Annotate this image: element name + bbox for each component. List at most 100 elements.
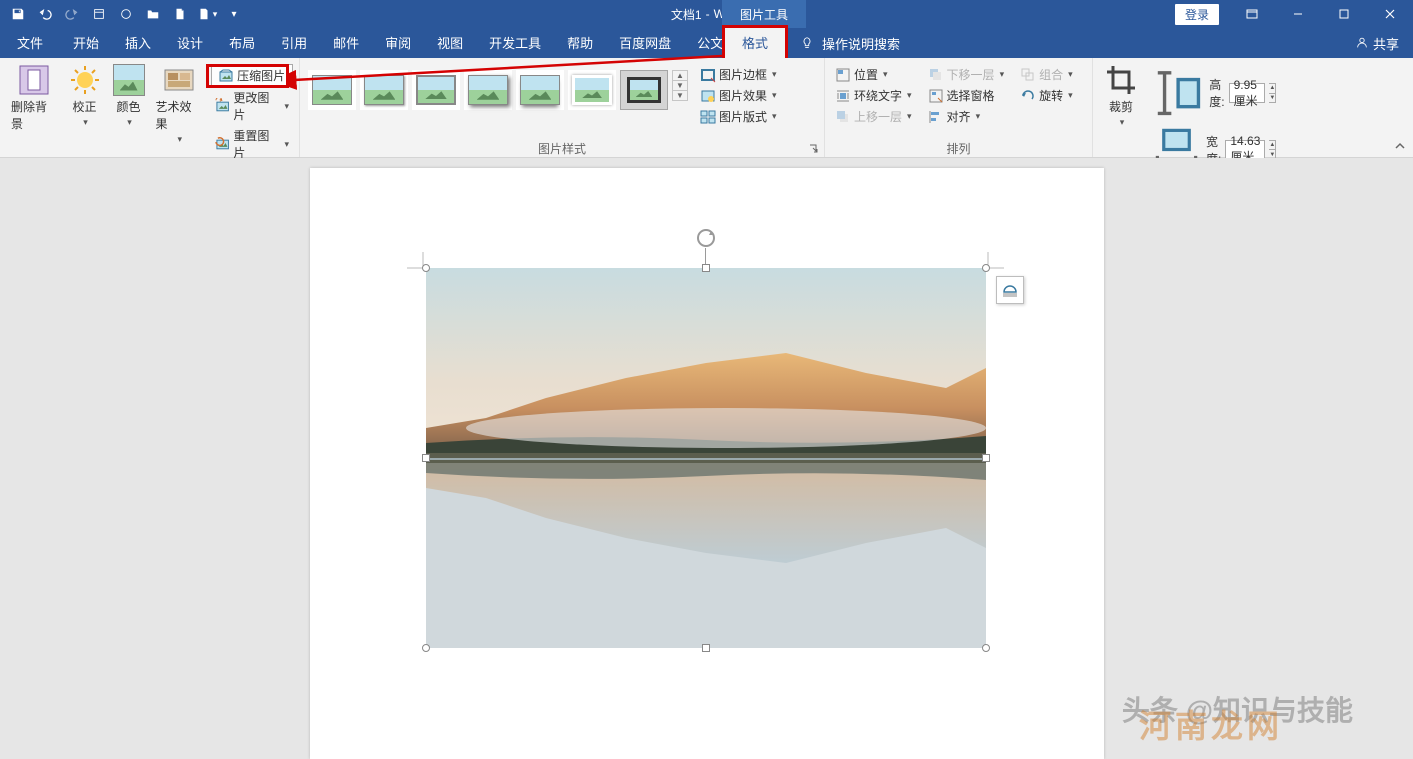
compress-pictures-button[interactable]: 压缩图片 — [211, 64, 293, 87]
dialog-launcher-styles[interactable] — [809, 143, 821, 155]
tab-home[interactable]: 开始 — [60, 27, 112, 58]
gallery-nav[interactable]: ▲ ▼ ▼ — [672, 70, 688, 101]
qat-button-5[interactable] — [114, 2, 138, 26]
quick-access-toolbar: ▾ ▾ — [0, 2, 252, 26]
wrap-icon — [835, 88, 851, 104]
style-thumb-1[interactable] — [308, 70, 356, 110]
layout-options-icon — [1001, 281, 1019, 299]
tab-design[interactable]: 设计 — [164, 27, 216, 58]
send-backward-button[interactable]: 下移一层▾ — [924, 64, 1009, 85]
close-button[interactable] — [1367, 0, 1413, 28]
tab-layout[interactable]: 布局 — [216, 27, 268, 58]
new-button[interactable] — [168, 2, 192, 26]
handle-tl[interactable] — [422, 264, 430, 272]
corrections-button[interactable]: 校正▾ — [63, 62, 107, 130]
remove-bg-icon — [18, 64, 50, 96]
document-page[interactable] — [310, 168, 1104, 759]
bring-forward-button[interactable]: 上移一层▾ — [831, 106, 916, 127]
gallery-down-icon[interactable]: ▼ — [673, 81, 687, 91]
layout-options-button[interactable] — [996, 276, 1024, 304]
open-button[interactable] — [141, 2, 165, 26]
handle-bc[interactable] — [702, 644, 710, 652]
group-objects-button[interactable]: 组合▾ — [1016, 64, 1077, 85]
login-button[interactable]: 登录 — [1175, 4, 1219, 25]
crop-button[interactable]: 裁剪▾ — [1099, 62, 1143, 130]
corrections-icon — [69, 64, 101, 96]
save-button[interactable] — [6, 2, 30, 26]
share-icon — [1355, 36, 1369, 50]
handle-br[interactable] — [982, 644, 990, 652]
width-input[interactable]: 14.63 厘米 — [1225, 140, 1265, 160]
rotate-icon — [1020, 88, 1036, 104]
tab-help[interactable]: 帮助 — [554, 27, 606, 58]
style-thumb-3[interactable] — [412, 70, 460, 110]
handle-tc[interactable] — [702, 264, 710, 272]
group-label-styles: 图片样式 — [300, 139, 824, 157]
qat-customize[interactable]: ▾ — [222, 2, 246, 26]
style-thumb-5[interactable] — [516, 70, 564, 110]
wrap-text-button[interactable]: 环绕文字▾ — [831, 85, 916, 106]
height-spinner[interactable]: ▲▼ — [1269, 83, 1276, 103]
remove-background-button[interactable]: 删除背景 — [6, 62, 63, 134]
picture-styles-gallery[interactable]: ▲ ▼ ▼ — [306, 62, 688, 112]
height-row: 高度: 9.95 厘米 ▲▼ — [1151, 64, 1276, 122]
style-thumb-4[interactable] — [464, 70, 512, 110]
window-controls: 登录 — [1175, 0, 1413, 28]
redo-button[interactable] — [60, 2, 84, 26]
align-button[interactable]: 对齐▾ — [924, 106, 1009, 127]
layout-template-icon — [700, 109, 716, 125]
collapse-ribbon-button[interactable] — [1393, 139, 1407, 153]
selected-picture[interactable] — [426, 268, 986, 648]
border-icon — [700, 67, 716, 83]
document-canvas[interactable] — [0, 158, 1413, 759]
tab-references[interactable]: 引用 — [268, 27, 320, 58]
ribbon-tabs: 文件 开始 插入 设计 布局 引用 邮件 审阅 视图 开发工具 帮助 百度网盘 … — [0, 28, 1413, 58]
rotate-handle-icon — [696, 228, 716, 248]
picture-border-button[interactable]: 图片边框▾ — [696, 64, 781, 85]
tab-insert[interactable]: 插入 — [112, 27, 164, 58]
gallery-up-icon[interactable]: ▲ — [673, 71, 687, 81]
style-thumb-7[interactable] — [620, 70, 668, 110]
group-adjust: 删除背景 校正▾ 颜色▾ 艺术效果▾ 压缩图片 — [0, 58, 300, 157]
artistic-effects-button[interactable]: 艺术效果▾ — [151, 62, 208, 147]
qat-button-8[interactable]: ▾ — [195, 2, 219, 26]
gallery-more-icon[interactable]: ▼ — [673, 91, 687, 100]
selection-pane-button[interactable]: 选择窗格 — [924, 85, 1009, 106]
tell-me[interactable]: 操作说明搜索 — [800, 28, 900, 58]
style-thumb-2[interactable] — [360, 70, 408, 110]
tab-mail[interactable]: 邮件 — [320, 27, 372, 58]
tab-file[interactable]: 文件 — [0, 27, 60, 58]
position-button[interactable]: 位置▾ — [831, 64, 916, 85]
handle-bl[interactable] — [422, 644, 430, 652]
tab-view[interactable]: 视图 — [424, 27, 476, 58]
picture-effects-button[interactable]: 图片效果▾ — [696, 85, 781, 106]
minimize-button[interactable] — [1275, 0, 1321, 28]
tab-review[interactable]: 审阅 — [372, 27, 424, 58]
undo-button[interactable] — [33, 2, 57, 26]
rotate-button[interactable]: 旋转▾ — [1016, 85, 1077, 106]
group-size: 裁剪▾ 高度: 9.95 厘米 ▲▼ 宽度: 14.63 厘米 ▲▼ 大小 — [1093, 58, 1293, 157]
share-button[interactable]: 共享 — [1355, 28, 1399, 58]
ribbon: 删除背景 校正▾ 颜色▾ 艺术效果▾ 压缩图片 — [0, 58, 1413, 158]
artistic-icon — [163, 64, 195, 96]
maximize-button[interactable] — [1321, 0, 1367, 28]
color-button[interactable]: 颜色▾ — [107, 62, 151, 130]
tab-format[interactable]: 格式 — [722, 25, 788, 61]
chevron-up-icon — [1393, 139, 1407, 153]
landscape-image — [426, 268, 986, 648]
handle-ml[interactable] — [422, 454, 430, 462]
tab-developer[interactable]: 开发工具 — [476, 27, 554, 58]
handle-mr[interactable] — [982, 454, 990, 462]
effects-icon — [700, 88, 716, 104]
picture-layout-button[interactable]: 图片版式▾ — [696, 106, 781, 127]
tab-baidu[interactable]: 百度网盘 — [606, 27, 684, 58]
change-picture-icon — [215, 98, 230, 114]
qat-button-4[interactable] — [87, 2, 111, 26]
ribbon-options-button[interactable] — [1229, 0, 1275, 28]
handle-tr[interactable] — [982, 264, 990, 272]
height-input[interactable]: 9.95 厘米 — [1229, 83, 1266, 103]
width-spinner[interactable]: ▲▼ — [1269, 140, 1276, 160]
rotate-handle[interactable] — [696, 228, 716, 253]
change-picture-button[interactable]: 更改图片▾ — [211, 87, 293, 125]
style-thumb-6[interactable] — [568, 70, 616, 110]
